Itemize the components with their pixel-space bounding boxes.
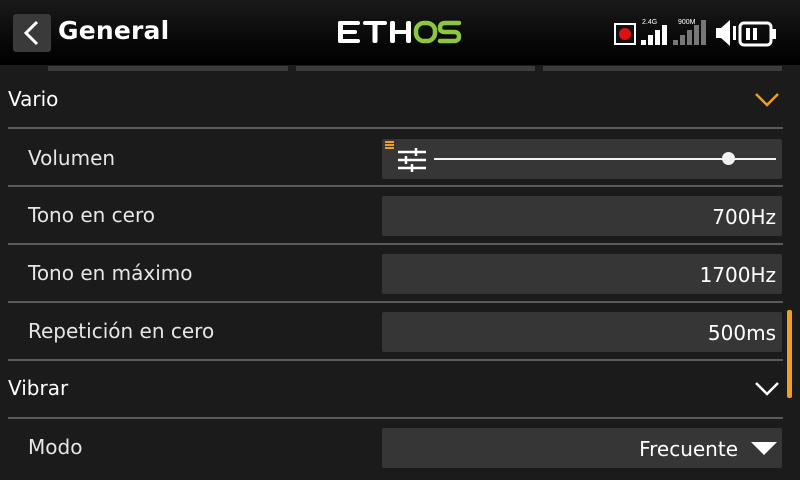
row-volumen: Volumen (0, 129, 800, 186)
section-vibrar[interactable]: Vibrar (0, 361, 800, 418)
tono-cero-label: Tono en cero (28, 203, 155, 227)
back-button[interactable] (13, 14, 51, 52)
ethos-logo (338, 20, 462, 44)
row-modo: Modo Frecuente (0, 418, 800, 475)
page-title: General (58, 16, 170, 45)
tono-max-field[interactable]: 1700Hz (382, 254, 782, 294)
repeticion-field[interactable]: 500ms (382, 312, 782, 352)
modo-label: Modo (28, 435, 83, 459)
signal-900m-icon: 900M (673, 19, 706, 45)
back-arrow-icon (23, 20, 39, 46)
modo-value: Frecuente (639, 437, 738, 461)
scrollbar[interactable] (787, 310, 792, 398)
status-bar: 2.4G 900M (614, 19, 776, 47)
menu-lines-icon (385, 141, 394, 149)
chevron-down-icon[interactable] (754, 92, 780, 108)
top-bar: General 2.4G 900M (0, 0, 800, 65)
tono-cero-value: 700Hz (712, 205, 776, 229)
rf-900m-label: 900M (678, 19, 696, 26)
section-vario-label: Vario (8, 87, 59, 111)
repeticion-label: Repetición en cero (28, 319, 215, 343)
row-tono-en-cero: Tono en cero 700Hz (0, 186, 800, 243)
rf-24g-label: 2.4G (642, 19, 657, 26)
speaker-icon (716, 20, 736, 46)
tono-max-value: 1700Hz (699, 263, 776, 287)
modo-select[interactable]: Frecuente (382, 428, 782, 468)
volumen-label: Volumen (28, 146, 116, 170)
record-icon (614, 23, 636, 45)
volumen-slider[interactable] (382, 139, 782, 179)
chevron-down-icon[interactable] (754, 381, 780, 397)
tono-cero-field[interactable]: 700Hz (382, 196, 782, 236)
tono-max-label: Tono en máximo (28, 261, 193, 285)
signal-2-4g-icon: 2.4G (641, 19, 667, 45)
row-tono-en-maximo: Tono en máximo 1700Hz (0, 244, 800, 301)
dropdown-arrow-icon[interactable] (751, 442, 777, 455)
section-vibrar-label: Vibrar (8, 376, 69, 400)
adjust-sliders-icon[interactable] (398, 147, 426, 173)
section-vario[interactable]: Vario (0, 72, 800, 129)
slider-knob[interactable] (721, 152, 735, 165)
repeticion-value: 500ms (707, 321, 776, 345)
row-repeticion-en-cero: Repetición en cero 500ms (0, 302, 800, 359)
battery-icon (738, 21, 776, 47)
